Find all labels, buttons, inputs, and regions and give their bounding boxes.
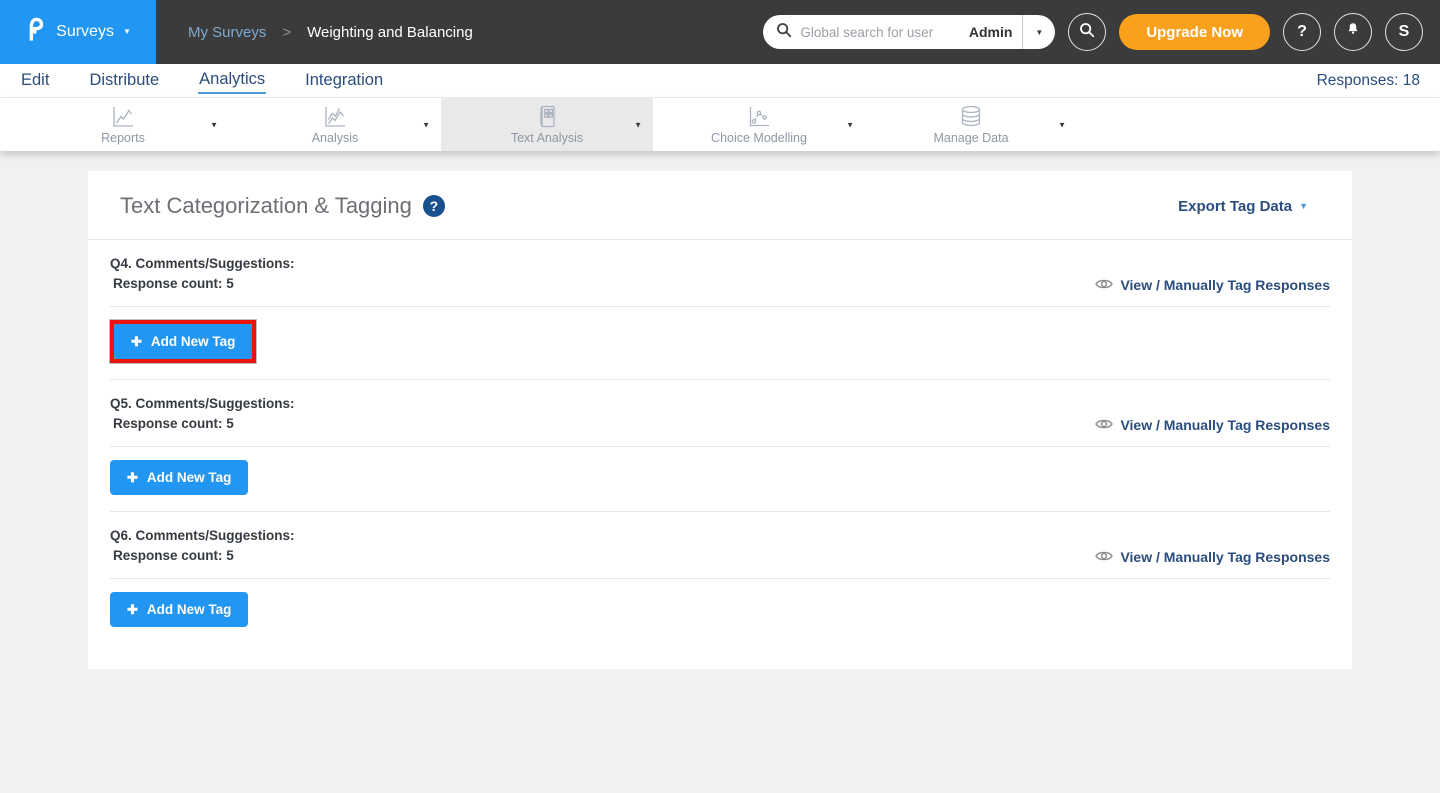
button-row: ✚ Add New Tag: [110, 307, 1330, 379]
page-content: Text Categorization & Tagging ? Export T…: [0, 151, 1440, 669]
subnav-edit[interactable]: Edit: [20, 68, 50, 93]
tab-reports[interactable]: Reports ▼: [17, 98, 229, 151]
tab-choice-modelling[interactable]: Choice Modelling ▼: [653, 98, 865, 151]
question-title: Q4. Comments/Suggestions:: [110, 254, 295, 274]
export-caret-down-icon: ▼: [1299, 201, 1308, 211]
app-header: Surveys ▼ My Surveys > Weighting and Bal…: [0, 0, 1440, 64]
database-icon: [958, 104, 984, 130]
notifications-button[interactable]: [1334, 13, 1372, 51]
text-tagging-card: Text Categorization & Tagging ? Export T…: [88, 171, 1352, 669]
add-new-tag-label: Add New Tag: [151, 334, 236, 349]
plus-icon: ✚: [131, 335, 142, 348]
export-tag-data-label: Export Tag Data: [1178, 198, 1292, 215]
multi-line-chart-icon: [322, 104, 348, 130]
response-count: Response count: 5: [110, 546, 295, 566]
subnav-analytics[interactable]: Analytics: [198, 67, 266, 94]
tab-caret-down-icon[interactable]: ▼: [422, 120, 430, 129]
button-row: ✚ Add New Tag: [110, 447, 1330, 511]
global-search-input[interactable]: [800, 25, 969, 40]
tab-caret-down-icon[interactable]: ▼: [210, 120, 218, 129]
view-link-label: View / Manually Tag Responses: [1120, 277, 1330, 293]
user-avatar[interactable]: S: [1385, 13, 1423, 51]
tab-caret-down-icon[interactable]: ▼: [846, 120, 854, 129]
scatter-chart-icon: [746, 104, 772, 130]
subnav-distribute[interactable]: Distribute: [88, 68, 160, 93]
add-new-tag-button[interactable]: ✚ Add New Tag: [110, 460, 248, 495]
product-caret-down-icon: ▼: [123, 28, 131, 36]
avatar-initial: S: [1399, 23, 1410, 41]
card-header: Text Categorization & Tagging ? Export T…: [88, 171, 1352, 240]
red-highlight-annotation: ✚ Add New Tag: [110, 320, 256, 363]
tab-label: Reports: [101, 131, 145, 145]
search-button[interactable]: [1068, 13, 1106, 51]
proprofs-logo-icon: [25, 17, 47, 48]
eye-icon: [1095, 277, 1113, 293]
plus-icon: ✚: [127, 603, 138, 616]
analytics-tabbar: Reports ▼ Analysis ▼ Text Analysis ▼ Cho…: [0, 98, 1440, 151]
export-tag-data-dropdown[interactable]: Export Tag Data ▼: [1178, 198, 1308, 215]
button-row: ✚ Add New Tag: [110, 579, 1330, 643]
question-info: Q6. Comments/Suggestions: Response count…: [110, 526, 295, 566]
add-new-tag-button[interactable]: ✚ Add New Tag: [110, 592, 248, 627]
tab-label: Manage Data: [933, 131, 1008, 145]
bell-icon: [1344, 20, 1362, 44]
responses-count: Responses: 18: [1317, 72, 1420, 90]
add-new-tag-button[interactable]: ✚ Add New Tag: [114, 324, 252, 359]
page-title: Text Categorization & Tagging: [120, 193, 412, 219]
eye-icon: [1095, 549, 1113, 565]
breadcrumb-my-surveys[interactable]: My Surveys: [188, 24, 266, 41]
product-name: Surveys: [56, 23, 114, 41]
title-help-icon[interactable]: ?: [423, 195, 445, 217]
question-section-q6: Q6. Comments/Suggestions: Response count…: [110, 512, 1330, 643]
question-sections: Q4. Comments/Suggestions: Response count…: [88, 240, 1352, 669]
breadcrumb-chevron-icon: >: [282, 24, 291, 41]
search-icon: [1078, 21, 1096, 44]
view-link-label: View / Manually Tag Responses: [1120, 549, 1330, 565]
search-icon: [775, 21, 793, 44]
global-search: Admin ▼: [763, 15, 1055, 49]
line-chart-icon: [110, 104, 136, 130]
add-new-tag-label: Add New Tag: [147, 470, 232, 485]
eye-icon: [1095, 417, 1113, 433]
section-header-row: Q6. Comments/Suggestions: Response count…: [110, 512, 1330, 566]
question-section-q5: Q5. Comments/Suggestions: Response count…: [110, 380, 1330, 511]
breadcrumb-current-survey: Weighting and Balancing: [307, 24, 473, 41]
plus-icon: ✚: [127, 471, 138, 484]
tab-manage-data[interactable]: Manage Data ▼: [865, 98, 1077, 151]
tab-label: Text Analysis: [511, 131, 583, 145]
question-mark-icon: ?: [1297, 23, 1307, 41]
response-count: Response count: 5: [110, 414, 295, 434]
product-switcher[interactable]: Surveys ▼: [0, 0, 156, 64]
tab-analysis[interactable]: Analysis ▼: [229, 98, 441, 151]
search-scope-selector[interactable]: Admin: [969, 24, 1023, 40]
add-new-tag-label: Add New Tag: [147, 602, 232, 617]
question-info: Q5. Comments/Suggestions: Response count…: [110, 394, 295, 434]
tab-label: Analysis: [312, 131, 359, 145]
document-grid-icon: [534, 104, 560, 130]
help-button[interactable]: ?: [1283, 13, 1321, 51]
section-header-row: Q4. Comments/Suggestions: Response count…: [110, 240, 1330, 294]
tab-text-analysis[interactable]: Text Analysis ▼: [441, 98, 653, 151]
response-count: Response count: 5: [110, 274, 295, 294]
tab-caret-down-icon[interactable]: ▼: [1058, 120, 1066, 129]
question-info: Q4. Comments/Suggestions: Response count…: [110, 254, 295, 294]
section-header-row: Q5. Comments/Suggestions: Response count…: [110, 380, 1330, 434]
question-section-q4: Q4. Comments/Suggestions: Response count…: [110, 240, 1330, 379]
view-link-label: View / Manually Tag Responses: [1120, 417, 1330, 433]
view-manually-tag-link[interactable]: View / Manually Tag Responses: [1095, 277, 1330, 293]
view-manually-tag-link[interactable]: View / Manually Tag Responses: [1095, 549, 1330, 565]
header-actions: Admin ▼ Upgrade Now ? S: [763, 0, 1440, 64]
question-title: Q6. Comments/Suggestions:: [110, 526, 295, 546]
survey-subnav: Edit Distribute Analytics Integration Re…: [0, 64, 1440, 98]
question-title: Q5. Comments/Suggestions:: [110, 394, 295, 414]
breadcrumb: My Surveys > Weighting and Balancing: [188, 0, 473, 64]
search-scope-caret-down-icon[interactable]: ▼: [1023, 28, 1055, 37]
tab-caret-down-icon[interactable]: ▼: [634, 120, 642, 129]
tab-label: Choice Modelling: [711, 131, 807, 145]
upgrade-now-button[interactable]: Upgrade Now: [1119, 14, 1270, 50]
view-manually-tag-link[interactable]: View / Manually Tag Responses: [1095, 417, 1330, 433]
subnav-integration[interactable]: Integration: [304, 68, 384, 93]
